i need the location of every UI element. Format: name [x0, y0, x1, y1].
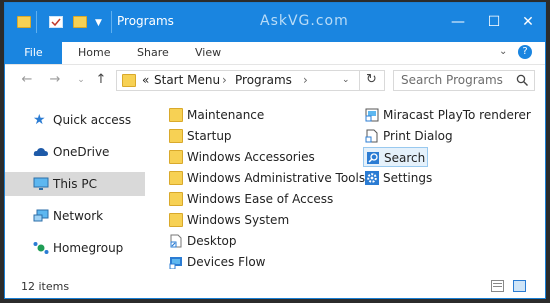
item-label: Windows Ease of Access	[187, 192, 334, 206]
item-label: Windows System	[187, 213, 290, 227]
folder-icon	[169, 171, 183, 185]
item-label: Windows Administrative Tools	[187, 171, 366, 185]
details-view-icon[interactable]	[491, 280, 504, 292]
recent-locations-icon[interactable]: ⌄	[71, 70, 91, 90]
sidebar-item-label: This PC	[53, 177, 97, 191]
monitor-icon	[33, 177, 49, 190]
ribbon-tabs: File Home Share View ⌄ ?	[5, 42, 545, 65]
settings-gear-icon	[365, 171, 379, 185]
folder-icon	[17, 16, 31, 28]
divider	[36, 11, 37, 33]
folder-icon	[122, 74, 136, 87]
item-label: Settings	[383, 171, 433, 185]
list-view-icon[interactable]	[513, 280, 526, 292]
breadcrumb-separator: ›	[303, 73, 308, 87]
refresh-icon[interactable]: ↻	[366, 72, 377, 87]
address-bar-row: ← → ⌄ ↑ « Start Menu › Programs › ⌄ ↻ Se…	[5, 65, 545, 95]
breadcrumb-start-menu[interactable]: Start Menu	[154, 73, 220, 87]
file-list: Maintenance Startup Windows Accessories …	[155, 100, 545, 270]
item-label: Desktop	[187, 234, 237, 248]
address-input[interactable]: « Start Menu › Programs › ⌄ ↻	[116, 70, 385, 91]
cloud-icon	[33, 148, 48, 156]
folder-icon	[169, 213, 183, 227]
sidebar-item-quick-access[interactable]: ★ Quick access	[5, 108, 145, 132]
item-label: Windows Accessories	[187, 150, 315, 164]
up-button[interactable]: ↑	[91, 70, 111, 90]
sidebar-item-label: Homegroup	[53, 241, 124, 255]
properties-icon[interactable]	[49, 16, 63, 28]
divider	[111, 11, 112, 33]
network-icon	[33, 209, 49, 222]
maximize-button[interactable]: ☐	[477, 10, 511, 34]
address-dropdown-icon[interactable]: ⌄	[342, 75, 350, 85]
new-folder-icon[interactable]	[73, 16, 87, 28]
homegroup-icon	[33, 242, 49, 254]
sidebar-item-label: OneDrive	[53, 145, 110, 159]
item-label: Print Dialog	[383, 129, 453, 143]
tab-file[interactable]: File	[5, 42, 62, 64]
sidebar-item-onedrive[interactable]: OneDrive	[5, 140, 145, 164]
sidebar-item-network[interactable]: Network	[5, 204, 145, 228]
list-item[interactable]: Search	[363, 147, 428, 167]
status-bar: 12 items	[5, 275, 545, 298]
search-app-icon	[367, 152, 379, 164]
search-input[interactable]: Search Programs	[393, 70, 535, 91]
app-shortcut-icon	[365, 129, 378, 143]
divider	[359, 71, 360, 90]
forward-button[interactable]: →	[45, 70, 65, 90]
breadcrumb-overflow[interactable]: «	[142, 73, 149, 87]
tab-view[interactable]: View	[195, 42, 221, 64]
folder-icon	[169, 150, 183, 164]
breadcrumb-separator: ›	[222, 73, 227, 87]
folder-icon	[169, 108, 183, 122]
explorer-window: ▼ Programs AskVG.com — ☐ ✕ File Home Sha…	[4, 2, 546, 299]
minimize-button[interactable]: —	[441, 10, 475, 34]
item-count: 12 items	[21, 280, 70, 293]
item-label: Search	[384, 151, 426, 165]
item-label: Devices Flow	[187, 255, 266, 269]
item-label: Startup	[187, 129, 232, 143]
devices-icon	[169, 257, 182, 269]
tab-home[interactable]: Home	[78, 42, 110, 64]
breadcrumb-programs[interactable]: Programs	[235, 73, 292, 87]
title-bar[interactable]: ▼ Programs AskVG.com — ☐ ✕	[5, 3, 545, 42]
watermark: AskVG.com	[260, 13, 349, 29]
search-placeholder: Search Programs	[401, 73, 503, 87]
star-icon: ★	[33, 112, 46, 128]
tab-share[interactable]: Share	[137, 42, 169, 64]
help-icon[interactable]: ?	[518, 45, 532, 59]
search-icon[interactable]	[516, 74, 529, 87]
back-button[interactable]: ←	[17, 70, 37, 90]
folder-icon	[169, 192, 183, 206]
navigation-pane: ★ Quick access OneDrive This PC Network	[5, 100, 145, 270]
folder-icon	[169, 129, 183, 143]
expand-ribbon-icon[interactable]: ⌄	[499, 46, 507, 57]
quick-access-dropdown-icon[interactable]: ▼	[95, 18, 102, 28]
app-shortcut-icon	[365, 108, 379, 122]
sidebar-item-label: Quick access	[53, 113, 132, 127]
sidebar-item-label: Network	[53, 209, 104, 223]
sidebar-item-homegroup[interactable]: Homegroup	[5, 236, 145, 260]
window-title: Programs	[117, 14, 174, 28]
shortcut-icon	[170, 234, 182, 248]
sidebar-item-this-pc[interactable]: This PC	[5, 172, 145, 196]
close-button[interactable]: ✕	[511, 10, 545, 34]
item-label: Miracast PlayTo renderer	[383, 108, 531, 122]
item-label: Maintenance	[187, 108, 265, 122]
